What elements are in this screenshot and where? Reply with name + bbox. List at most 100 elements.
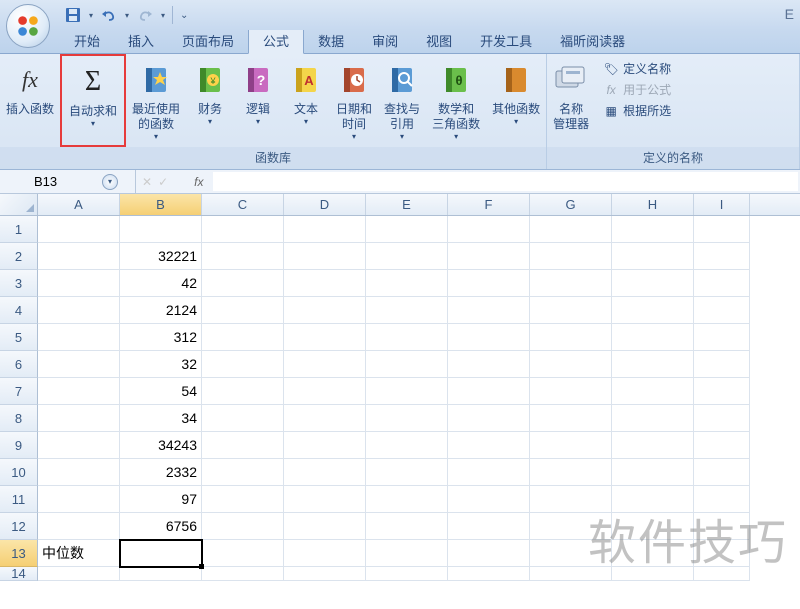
cell-B6[interactable]: 32 <box>120 351 202 378</box>
create-from-selection-button[interactable]: ▦根据所选 <box>603 102 671 119</box>
cell-G8[interactable] <box>530 405 612 432</box>
cell-A7[interactable] <box>38 378 120 405</box>
cell-B3[interactable]: 42 <box>120 270 202 297</box>
cell-H12[interactable] <box>612 513 694 540</box>
cell-C3[interactable] <box>202 270 284 297</box>
cell-A12[interactable] <box>38 513 120 540</box>
row-header[interactable]: 14 <box>0 567 38 581</box>
cell-D7[interactable] <box>284 378 366 405</box>
cell-I1[interactable] <box>694 216 750 243</box>
cell-E10[interactable] <box>366 459 448 486</box>
cell-I12[interactable] <box>694 513 750 540</box>
row-header[interactable]: 7 <box>0 378 38 405</box>
cell-F12[interactable] <box>448 513 530 540</box>
cell-G13[interactable] <box>530 540 612 567</box>
tab-formulas[interactable]: 公式 <box>248 26 304 54</box>
cell-H1[interactable] <box>612 216 694 243</box>
cell-D1[interactable] <box>284 216 366 243</box>
cell-G10[interactable] <box>530 459 612 486</box>
cell-B5[interactable]: 312 <box>120 324 202 351</box>
cell-E13[interactable] <box>366 540 448 567</box>
tab-view[interactable]: 视图 <box>412 27 466 53</box>
cell-H8[interactable] <box>612 405 694 432</box>
cell-H9[interactable] <box>612 432 694 459</box>
cell-G1[interactable] <box>530 216 612 243</box>
cell-A9[interactable] <box>38 432 120 459</box>
cell-A6[interactable] <box>38 351 120 378</box>
cell-C10[interactable] <box>202 459 284 486</box>
row-header[interactable]: 13 <box>0 540 38 567</box>
cell-B12[interactable]: 6756 <box>120 513 202 540</box>
tab-review[interactable]: 审阅 <box>358 27 412 53</box>
qat-redo-dropdown[interactable]: ▾ <box>158 11 168 20</box>
column-header-D[interactable]: D <box>284 194 366 215</box>
cell-B8[interactable]: 34 <box>120 405 202 432</box>
cell-F10[interactable] <box>448 459 530 486</box>
math-trig-button[interactable]: θ 数学和 三角函数 ▾ <box>426 54 486 147</box>
row-header[interactable]: 12 <box>0 513 38 540</box>
row-header[interactable]: 6 <box>0 351 38 378</box>
row-header[interactable]: 1 <box>0 216 38 243</box>
cell-I9[interactable] <box>694 432 750 459</box>
fx-label[interactable]: fx <box>174 170 213 193</box>
cell-E7[interactable] <box>366 378 448 405</box>
column-header-A[interactable]: A <box>38 194 120 215</box>
cell-F14[interactable] <box>448 567 530 581</box>
cell-I10[interactable] <box>694 459 750 486</box>
cell-E2[interactable] <box>366 243 448 270</box>
cell-H7[interactable] <box>612 378 694 405</box>
cell-I3[interactable] <box>694 270 750 297</box>
qat-save-button[interactable] <box>62 4 84 26</box>
cell-B14[interactable] <box>120 567 202 581</box>
insert-function-button[interactable]: fx 插入函数 <box>0 54 60 147</box>
select-all-corner[interactable] <box>0 194 38 215</box>
cell-D9[interactable] <box>284 432 366 459</box>
cell-F7[interactable] <box>448 378 530 405</box>
cell-F9[interactable] <box>448 432 530 459</box>
autosum-button[interactable]: Σ 自动求和 ▾ <box>60 54 126 147</box>
cell-H14[interactable] <box>612 567 694 581</box>
qat-undo-dropdown[interactable]: ▾ <box>122 11 132 20</box>
cell-H10[interactable] <box>612 459 694 486</box>
cell-D10[interactable] <box>284 459 366 486</box>
enter-icon[interactable]: ✓ <box>158 175 168 189</box>
row-header[interactable]: 2 <box>0 243 38 270</box>
cell-C12[interactable] <box>202 513 284 540</box>
cell-F3[interactable] <box>448 270 530 297</box>
cell-C14[interactable] <box>202 567 284 581</box>
name-box-dropdown[interactable]: ▾ <box>102 174 118 190</box>
cell-G12[interactable] <box>530 513 612 540</box>
cell-D12[interactable] <box>284 513 366 540</box>
qat-save-dropdown[interactable]: ▾ <box>86 11 96 20</box>
datetime-button[interactable]: 日期和 时间 ▾ <box>330 54 378 147</box>
cell-D2[interactable] <box>284 243 366 270</box>
cell-E14[interactable] <box>366 567 448 581</box>
cell-B10[interactable]: 2332 <box>120 459 202 486</box>
cell-I7[interactable] <box>694 378 750 405</box>
cell-F13[interactable] <box>448 540 530 567</box>
cell-E12[interactable] <box>366 513 448 540</box>
cell-A14[interactable] <box>38 567 120 581</box>
row-header[interactable]: 4 <box>0 297 38 324</box>
column-header-F[interactable]: F <box>448 194 530 215</box>
column-header-H[interactable]: H <box>612 194 694 215</box>
cell-C5[interactable] <box>202 324 284 351</box>
qat-redo-button[interactable] <box>134 4 156 26</box>
column-header-C[interactable]: C <box>202 194 284 215</box>
cell-G6[interactable] <box>530 351 612 378</box>
cell-E11[interactable] <box>366 486 448 513</box>
cell-C1[interactable] <box>202 216 284 243</box>
cell-E4[interactable] <box>366 297 448 324</box>
tab-foxit[interactable]: 福昕阅读器 <box>546 27 639 53</box>
cell-I4[interactable] <box>694 297 750 324</box>
cell-G7[interactable] <box>530 378 612 405</box>
row-header[interactable]: 11 <box>0 486 38 513</box>
cell-E6[interactable] <box>366 351 448 378</box>
cell-D11[interactable] <box>284 486 366 513</box>
cell-A11[interactable] <box>38 486 120 513</box>
cell-A3[interactable] <box>38 270 120 297</box>
cell-A10[interactable] <box>38 459 120 486</box>
cell-I11[interactable] <box>694 486 750 513</box>
cell-I8[interactable] <box>694 405 750 432</box>
name-box[interactable] <box>34 174 94 189</box>
